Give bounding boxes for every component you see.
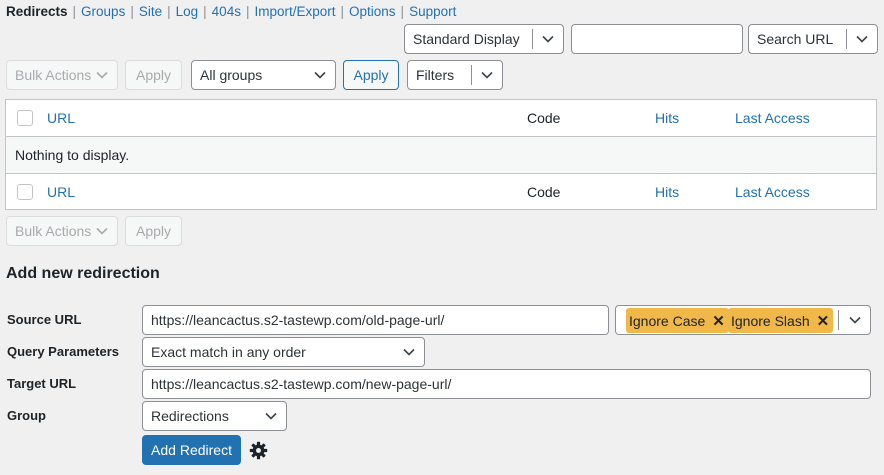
group-label: Group [7,408,46,423]
group-select[interactable]: Redirections [142,401,287,431]
query-parameters-select[interactable]: Exact match in any order [142,337,425,367]
column-code: Code [527,183,561,200]
target-url-value: https://leancactus.s2-tastewp.com/new-pa… [151,376,452,392]
column-last-access[interactable]: Last Access [735,184,810,200]
chevron-down-icon [265,412,277,420]
nav-groups[interactable]: Groups [81,4,125,19]
target-url-input[interactable]: https://leancactus.s2-tastewp.com/new-pa… [142,369,871,399]
target-url-label: Target URL [7,376,77,391]
group-apply-button[interactable]: Apply [343,60,399,90]
chevron-down-icon [96,71,108,79]
chevron-down-icon [314,71,326,79]
select-all-checkbox[interactable] [17,110,33,126]
display-select[interactable]: Standard Display [404,24,564,54]
table-header-row: URL Code Hits Last Access [6,100,876,137]
column-code: Code [527,110,561,126]
nav-separator: | [245,4,250,19]
table-footer-row: URL Code Hits Last Access [6,173,876,210]
column-url[interactable]: URL [47,184,75,200]
filters-value: Filters [416,67,455,83]
group-select-value: Redirections [151,408,229,424]
nav-import-export[interactable]: Import/Export [254,4,335,19]
chevron-down-icon [96,227,108,235]
chevron-down-icon [542,35,554,43]
nav-404s[interactable]: 404s [212,4,241,19]
column-url[interactable]: URL [47,110,75,126]
nav-redirects[interactable]: Redirects [6,4,68,19]
add-redirect-button[interactable]: Add Redirect [142,435,241,465]
chevron-down-icon [856,35,868,43]
bulk-apply-button-bottom[interactable]: Apply [125,216,182,246]
empty-message: Nothing to display. [15,147,130,163]
nav-site[interactable]: Site [139,4,162,19]
remove-tag-icon[interactable]: ✕ [712,312,725,330]
source-url-label: Source URL [7,312,82,327]
tag-label: Ignore Slash [731,312,810,329]
select-divider [471,65,472,85]
nav-separator: | [400,4,405,19]
column-hits[interactable]: Hits [655,184,679,200]
nav-support[interactable]: Support [409,4,456,19]
nav-separator: | [130,4,134,19]
filters-select[interactable]: Filters [407,60,503,90]
tag-ignore-slash: Ignore Slash ✕ [728,308,834,333]
column-last-access[interactable]: Last Access [735,110,810,126]
empty-row: Nothing to display. [6,137,876,174]
nav-separator: | [340,4,345,19]
query-parameters-label: Query Parameters [7,344,120,359]
group-filter-value: All groups [200,67,263,83]
nav-separator: | [167,4,171,19]
redirects-table: URL Code Hits Last Access Nothing to dis… [5,99,877,210]
bulk-actions-select-bottom[interactable]: Bulk Actions [6,216,118,246]
nav-log[interactable]: Log [176,4,199,19]
search-type-value: Search URL [757,31,834,47]
source-url-value: https://leancactus.s2-tastewp.com/old-pa… [151,312,445,328]
select-divider [838,310,839,330]
search-input[interactable] [571,24,743,54]
bulk-actions-value: Bulk Actions [15,67,92,83]
nav-options[interactable]: Options [349,4,396,19]
remove-tag-icon[interactable]: ✕ [817,312,830,330]
nav-separator: | [72,4,77,19]
subsubsub-nav: Redirects | Groups | Site | Log | 404s | Import/Ex… [6,4,456,19]
bulk-actions-value: Bulk Actions [15,223,92,239]
select-divider [846,29,847,49]
query-parameters-value: Exact match in any order [151,344,306,360]
display-select-value: Standard Display [413,31,520,47]
group-filter-select[interactable]: All groups [191,60,336,90]
gear-icon[interactable] [249,441,268,460]
bulk-apply-button[interactable]: Apply [125,60,182,90]
tag-ignore-case: Ignore Case ✕ [626,308,729,333]
select-divider [532,29,533,49]
bulk-actions-select[interactable]: Bulk Actions [6,60,118,90]
select-all-checkbox[interactable] [17,183,33,200]
chevron-down-icon [481,71,493,79]
chevron-down-icon [403,348,415,356]
chevron-down-icon [849,316,861,324]
tag-label: Ignore Case [629,312,706,329]
source-url-input[interactable]: https://leancactus.s2-tastewp.com/old-pa… [142,305,609,335]
form-heading: Add new redirection [6,265,160,282]
column-hits[interactable]: Hits [655,110,679,126]
nav-separator: | [203,4,207,19]
search-type-select[interactable]: Search URL [748,24,878,54]
